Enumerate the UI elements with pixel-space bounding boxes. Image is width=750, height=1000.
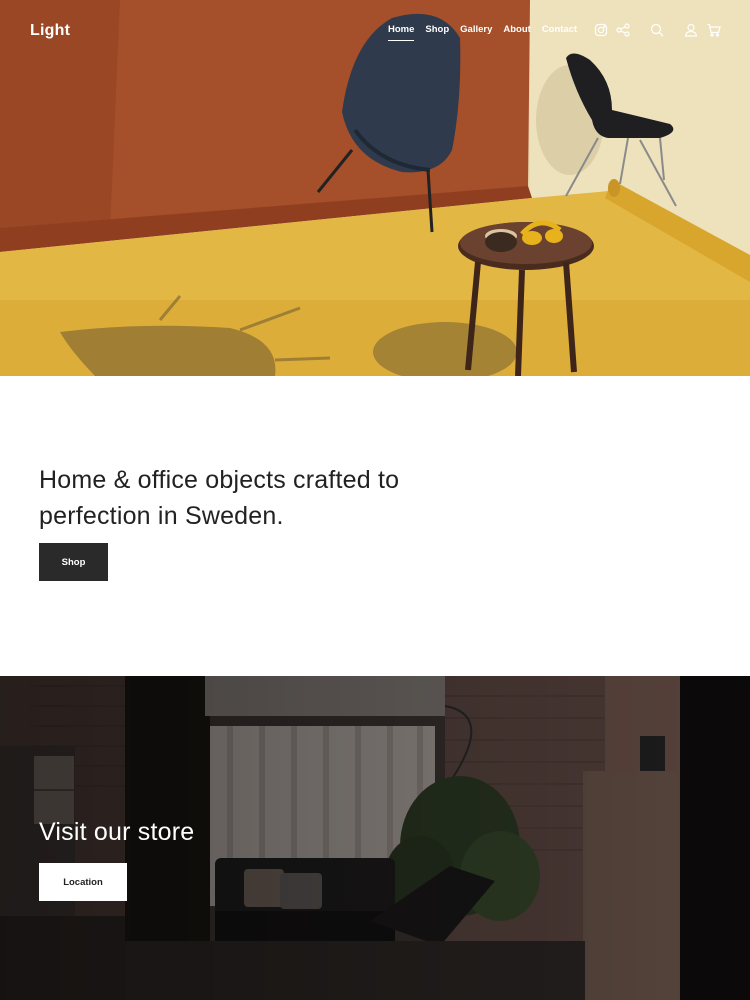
- header-icons: [593, 22, 728, 40]
- top-navigation: Light Home Shop Gallery About Contact: [0, 0, 750, 62]
- hero-section: Light Home Shop Gallery About Contact: [0, 0, 750, 376]
- user-icon[interactable]: [683, 22, 699, 38]
- intro-section: Home & office objects crafted to perfect…: [0, 376, 750, 676]
- nav-item-contact[interactable]: Contact: [542, 24, 577, 41]
- nav-item-gallery[interactable]: Gallery: [460, 24, 492, 41]
- store-title: Visit our store: [39, 818, 195, 846]
- search-icon[interactable]: [649, 22, 665, 38]
- brand-logo[interactable]: Light: [30, 22, 70, 40]
- location-button[interactable]: Location: [39, 863, 127, 901]
- shop-button[interactable]: Shop: [39, 543, 108, 581]
- nav-item-shop[interactable]: Shop: [425, 24, 449, 41]
- share-icon[interactable]: [615, 22, 631, 38]
- main-nav: Home Shop Gallery About Contact: [388, 24, 577, 41]
- nav-item-about[interactable]: About: [503, 24, 530, 41]
- nav-item-home[interactable]: Home: [388, 24, 415, 41]
- store-section: Visit our store Location: [0, 676, 750, 1000]
- cart-icon[interactable]: [706, 22, 722, 38]
- instagram-icon[interactable]: [593, 22, 609, 38]
- hero-headline: Home & office objects crafted to perfect…: [39, 466, 400, 530]
